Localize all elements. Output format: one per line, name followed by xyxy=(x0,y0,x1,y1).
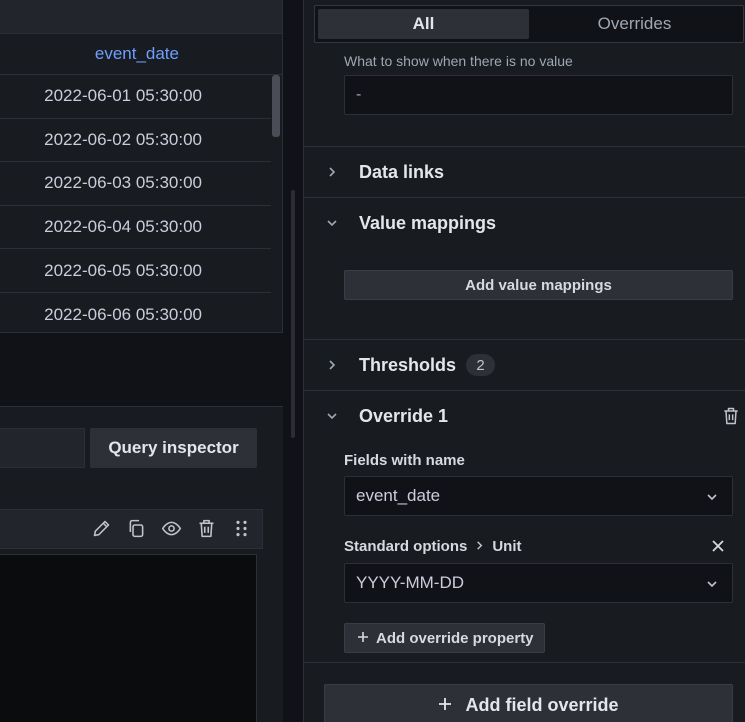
close-icon[interactable] xyxy=(711,539,725,553)
chevron-right-icon xyxy=(304,359,359,371)
query-inspector-button[interactable]: Query inspector xyxy=(90,428,257,468)
pencil-icon[interactable] xyxy=(91,518,112,539)
chevron-down-icon xyxy=(707,494,717,501)
add-override-property-button[interactable]: Add override property xyxy=(344,623,545,653)
section-thresholds[interactable]: Thresholds 2 xyxy=(304,339,745,390)
section-header[interactable]: Override 1 xyxy=(304,391,745,441)
table-row: 2022-06-01 05:30:00 xyxy=(0,75,271,119)
chevron-down-icon xyxy=(707,581,717,588)
eye-icon[interactable] xyxy=(161,518,182,539)
copy-icon[interactable] xyxy=(126,518,147,539)
plus-icon xyxy=(438,695,452,716)
section-title: Thresholds xyxy=(359,354,457,375)
field-name-select[interactable]: event_date xyxy=(344,476,733,516)
query-row-header xyxy=(0,509,263,549)
table-scrollbar[interactable] xyxy=(272,75,280,137)
override-property-path: Standard options Unit xyxy=(344,538,522,555)
add-value-mappings-button[interactable]: Add value mappings xyxy=(344,270,733,300)
options-tabs: All Overrides xyxy=(314,5,744,43)
table-row: 2022-06-06 05:30:00 xyxy=(44,304,202,324)
table-row: 2022-06-04 05:30:00 xyxy=(0,206,271,250)
section-data-links[interactable]: Data links xyxy=(304,146,745,197)
tab-overrides[interactable]: Overrides xyxy=(529,9,740,39)
table-row: 2022-06-05 05:30:00 xyxy=(0,249,271,293)
no-value-input[interactable]: - xyxy=(344,75,733,115)
chevron-right-icon xyxy=(304,166,359,178)
table-panel: event_date 2022-06-01 05:30:00 2022-06-0… xyxy=(0,0,283,333)
datasource-picker[interactable] xyxy=(0,428,85,468)
chevron-down-icon xyxy=(304,410,359,422)
query-editor[interactable] xyxy=(0,554,257,722)
no-value-label: What to show when there is no value xyxy=(344,54,573,67)
add-field-override-button[interactable]: Add field override xyxy=(324,684,733,722)
pane-resize-handle[interactable] xyxy=(291,190,295,438)
column-header-event-date[interactable]: event_date xyxy=(0,34,282,75)
options-pane: All Overrides What to show when there is… xyxy=(304,0,745,722)
section-title: Override 1 xyxy=(359,405,449,426)
table-row: 2022-06-02 05:30:00 xyxy=(0,119,271,163)
tab-all[interactable]: All xyxy=(318,9,529,39)
table-body: 2022-06-01 05:30:00 2022-06-02 05:30:00 … xyxy=(0,75,282,337)
section-title: Data links xyxy=(359,161,445,182)
section-override-1: Override 1 Fields with name event_date S… xyxy=(304,390,745,662)
count-badge: 2 xyxy=(466,354,496,376)
section-title: Value mappings xyxy=(359,212,497,233)
drag-handle-icon[interactable] xyxy=(231,518,252,539)
section-value-mappings: Value mappings Add value mappings xyxy=(304,197,745,340)
table-header-bar xyxy=(0,0,282,34)
trash-icon[interactable] xyxy=(196,518,217,539)
unit-select[interactable]: YYYY-MM-DD xyxy=(344,563,733,603)
section-header[interactable]: Value mappings xyxy=(304,198,745,248)
trash-icon[interactable] xyxy=(721,406,741,426)
chevron-down-icon xyxy=(304,217,359,229)
query-panel: Query inspector xyxy=(0,406,283,722)
plus-icon xyxy=(357,630,369,647)
fields-with-name-label: Fields with name xyxy=(344,452,465,469)
panel-preview-pane: event_date 2022-06-01 05:30:00 2022-06-0… xyxy=(0,0,303,722)
chevron-right-icon xyxy=(474,539,485,554)
table-row: 2022-06-03 05:30:00 xyxy=(0,162,271,206)
